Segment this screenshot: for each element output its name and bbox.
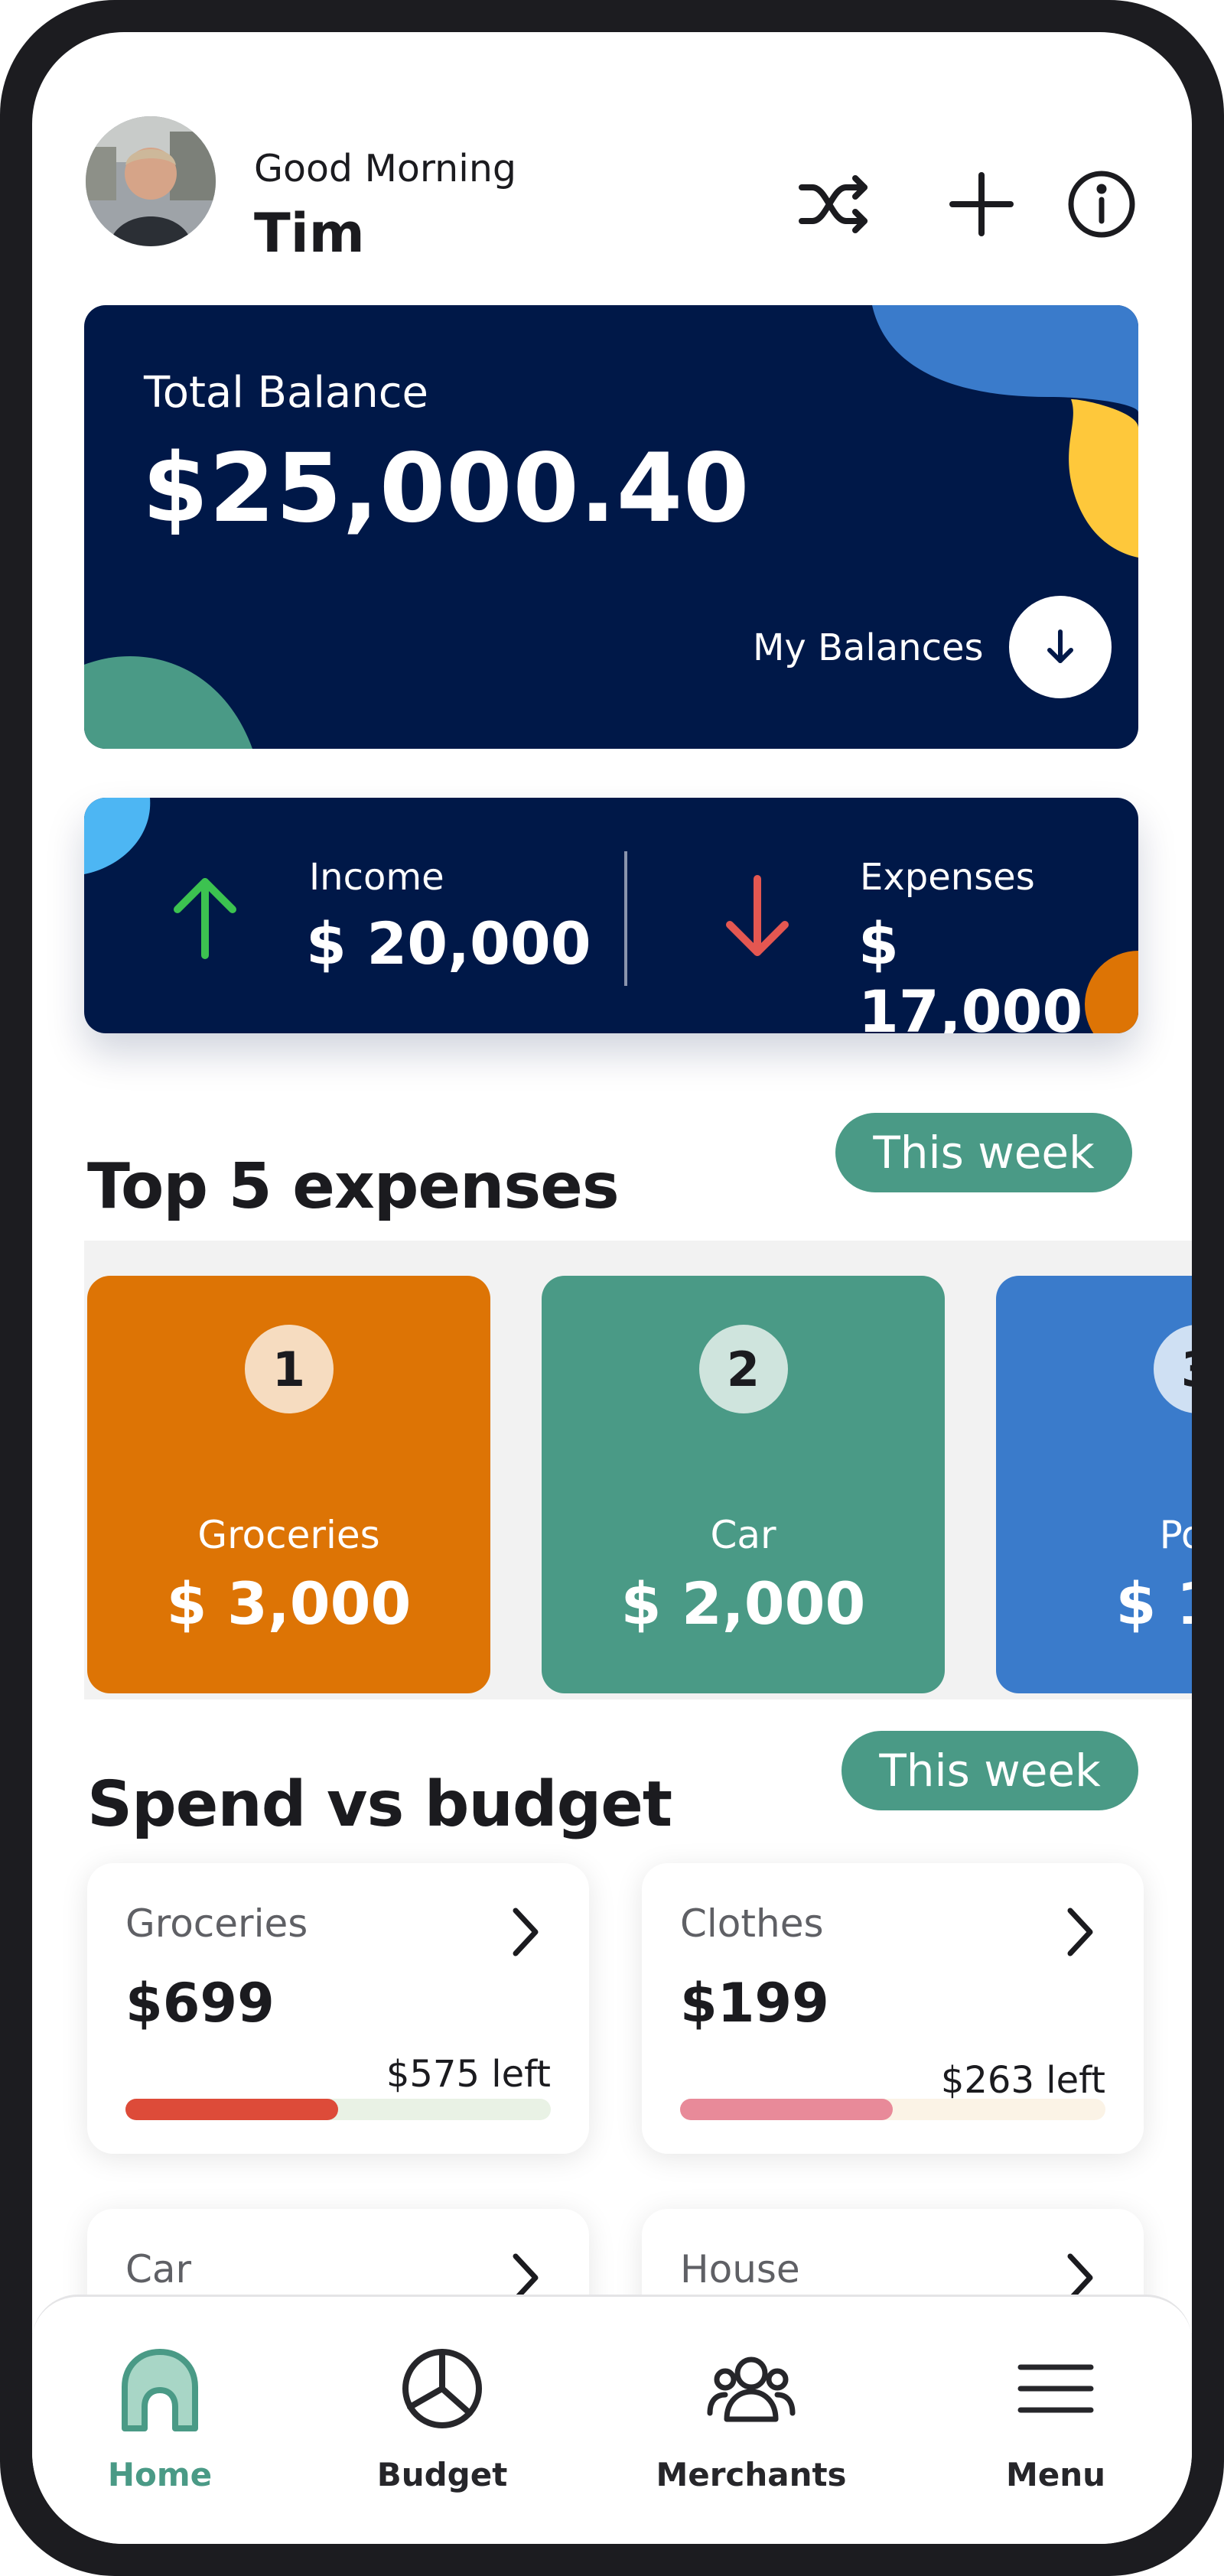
budget-card-clothes[interactable]: Clothes $199 $263 left [642, 1863, 1144, 2154]
spend-budget-title: Spend vs budget [87, 1768, 672, 1841]
budget-progress-fill [125, 2099, 338, 2120]
shuffle-icon[interactable] [796, 166, 872, 242]
expense-amount: $ 1,0 [1115, 1569, 1193, 1638]
nav-home[interactable]: Home [45, 2297, 275, 2544]
expense-rank-badge: 2 [698, 1325, 788, 1413]
spend-budget-period-pill[interactable]: This week [842, 1731, 1138, 1810]
budget-category: Groceries [125, 1901, 308, 1946]
income-expenses-card: Income $ 20,000 Expenses $ 17,000 [84, 798, 1138, 1033]
nav-label-menu: Menu [1005, 2456, 1106, 2493]
expenses-label: Expenses [860, 856, 1035, 899]
my-balances-button[interactable] [1009, 596, 1112, 698]
expenses-arrow-icon [726, 875, 789, 956]
username: Tim [254, 202, 365, 265]
nav-budget[interactable]: Budget [327, 2297, 557, 2544]
menu-icon [1017, 2364, 1094, 2413]
top-expenses-period-pill[interactable]: This week [835, 1113, 1132, 1192]
expenses-value: $ 17,000 [858, 909, 1083, 1033]
expense-amount: $ 2,000 [620, 1569, 866, 1638]
expense-category: Pow [1159, 1513, 1192, 1557]
info-icon[interactable] [1063, 166, 1140, 242]
nav-menu[interactable]: Menu [941, 2297, 1170, 2544]
income-expenses-divider [624, 851, 627, 986]
budget-left: $263 left [940, 2059, 1105, 2102]
budget-category: House [680, 2247, 800, 2291]
expense-rank-badge: 1 [244, 1325, 334, 1413]
greeting-text: Good Morning [254, 147, 516, 190]
budget-card-groceries[interactable]: Groceries $699 $575 left [87, 1863, 589, 2154]
chevron-right-icon [1067, 1908, 1093, 1956]
nav-label-budget: Budget [376, 2456, 508, 2493]
income-arrow-icon [174, 878, 236, 959]
budget-progress-track [125, 2099, 551, 2120]
top-expenses-title: Top 5 expenses [87, 1150, 620, 1223]
budget-spent: $699 [125, 1972, 275, 2034]
budget-left: $575 left [386, 2053, 551, 2096]
avatar-photo [86, 116, 216, 246]
total-balance-card[interactable]: Total Balance $25,000.40 My Balances [84, 305, 1138, 749]
nav-label-merchants: Merchants [656, 2456, 847, 2493]
total-balance-label: Total Balance [144, 368, 428, 418]
nav-label-home: Home [107, 2456, 213, 2493]
budget-progress-track [680, 2099, 1105, 2120]
budget-spent: $199 [680, 1972, 829, 2034]
plus-icon[interactable] [943, 166, 1020, 242]
expense-amount: $ 3,000 [166, 1569, 412, 1638]
budget-progress-fill [680, 2099, 893, 2120]
expense-card-3[interactable]: 3 Pow $ 1,0 [996, 1276, 1192, 1693]
chevron-right-icon [513, 1908, 539, 1956]
arrow-down-icon [1047, 629, 1073, 663]
budget-category: Car [125, 2247, 192, 2291]
expense-category: Car [710, 1513, 776, 1557]
bottom-nav: Home Budget Merchants Menu [32, 2295, 1192, 2544]
my-balances-label[interactable]: My Balances [753, 626, 984, 669]
expense-card-1[interactable]: 1 Groceries $ 3,000 [87, 1276, 490, 1693]
people-icon [707, 2356, 796, 2422]
expense-rank-badge: 3 [1153, 1325, 1192, 1413]
pie-chart-icon [402, 2349, 482, 2428]
app-screen: Good Morning Tim Total Balance $25,000.4… [32, 32, 1192, 2544]
phone-frame: Good Morning Tim Total Balance $25,000.4… [0, 0, 1224, 2576]
expense-card-2[interactable]: 2 Car $ 2,000 [542, 1276, 945, 1693]
budget-category: Clothes [680, 1901, 824, 1946]
nav-merchants[interactable]: Merchants [636, 2297, 866, 2544]
avatar[interactable] [86, 116, 216, 246]
income-label: Income [309, 856, 444, 899]
home-icon [122, 2349, 198, 2431]
expense-category: Groceries [197, 1513, 380, 1557]
total-balance-amount: $25,000.40 [142, 434, 750, 544]
income-value: $ 20,000 [306, 909, 591, 977]
